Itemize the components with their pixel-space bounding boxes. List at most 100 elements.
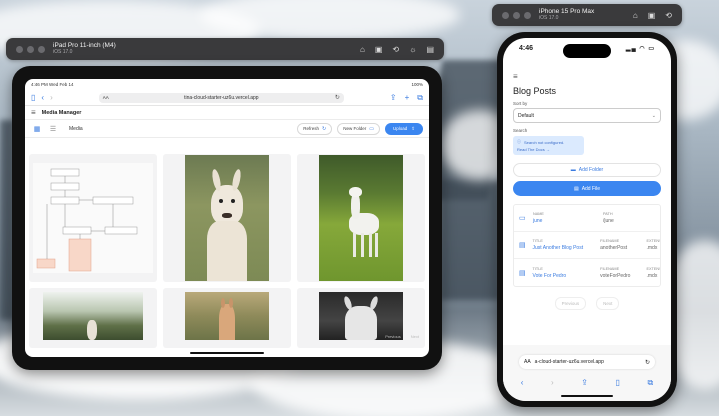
status-battery: 100% (411, 82, 423, 87)
grid-view-icon[interactable]: ▦ (31, 125, 43, 133)
upload-button[interactable]: Upload ⇪ (384, 122, 423, 135)
iphone-sim-os: iOS 17.0 (539, 14, 559, 21)
save-icon[interactable]: ▤ (426, 45, 434, 54)
signal-wifi-battery-icon: ▂▄ ◠ ▭ (625, 45, 655, 52)
breadcrumb[interactable]: Media (69, 126, 83, 132)
row-extension: .mdx (646, 245, 658, 251)
row-filename: anotherPost (600, 245, 628, 251)
search-alert: ⓘ Search not configured. Read The Docs → (513, 136, 584, 155)
rotate-icon[interactable]: ⟲ (392, 45, 399, 54)
column-header: EXTENSION (646, 266, 660, 271)
media-tile-alpaca-field[interactable] (297, 154, 425, 282)
home-icon[interactable]: ⌂ (360, 45, 365, 54)
tabs-icon[interactable]: ⧉ (417, 93, 423, 103)
add-file-button[interactable]: ▤ Add File (513, 181, 661, 196)
dynamic-island (563, 44, 611, 58)
media-grid (29, 154, 425, 348)
row-title[interactable]: Vote For Pedro (533, 273, 601, 279)
home-icon[interactable]: ⌂ (633, 11, 638, 20)
row-name[interactable]: june (533, 218, 603, 224)
screenshot-icon[interactable]: ▣ (648, 11, 656, 20)
reload-icon[interactable]: ↻ (335, 94, 340, 101)
media-tile-diagram[interactable] (29, 154, 157, 282)
folder-icon: ▭ (519, 215, 526, 222)
row-title[interactable]: Just Another Blog Post (533, 245, 601, 251)
hamburger-menu-icon[interactable]: ≡ (513, 72, 661, 81)
forward-icon[interactable]: › (551, 378, 554, 388)
sort-value: Default (518, 112, 534, 119)
tabs-icon[interactable]: ⧉ (647, 378, 653, 388)
search-label: Search (513, 128, 528, 133)
page-title: Media Manager (41, 109, 82, 116)
refresh-label: Refresh (303, 126, 319, 131)
upload-icon: ⇪ (411, 125, 415, 131)
share-icon[interactable]: ⇪ (390, 93, 397, 103)
add-folder-button[interactable]: ▬ Add Folder (513, 163, 661, 177)
address-bar[interactable]: AA a-cloud-starter-uz6u.vercel.app ↻ (519, 355, 655, 369)
alert-text: Search not configured. (524, 139, 565, 145)
back-icon[interactable]: ‹ (41, 93, 44, 102)
status-date: Wed Feb 14 (49, 82, 74, 87)
column-header: FILENAME (600, 239, 620, 243)
docs-link[interactable]: Read The Docs → (517, 147, 580, 152)
llama-bw-photo (319, 292, 403, 340)
reader-aa-button[interactable]: AA (103, 95, 109, 100)
forward-icon[interactable]: › (50, 93, 53, 102)
appearance-icon[interactable]: ☼ (409, 45, 416, 54)
screenshot-icon[interactable]: ▣ (375, 45, 383, 54)
reload-icon[interactable]: ↻ (645, 359, 650, 366)
previous-page-button[interactable]: Previous (554, 297, 587, 310)
new-folder-button[interactable]: New Folder ▭ (337, 122, 380, 135)
iphone-device: 4:46 ▂▄ ◠ ▭ ≡ Blog Posts Sort by Default… (497, 32, 677, 407)
ipad-simulator-titlebar[interactable]: iPad Pro 11-inch (M4) iOS 17.0 ⌂ ▣ ⟲ ☼ ▤ (6, 38, 444, 60)
media-toolbar: ▦ ☰ Media Refresh ↻ New Folder ▭ Upload … (25, 120, 429, 138)
page-title: Blog Posts (513, 86, 557, 96)
back-icon[interactable]: ‹ (521, 378, 524, 388)
column-header: NAME (533, 212, 544, 216)
bookmarks-icon[interactable]: ▯ (616, 378, 620, 388)
address-bar[interactable]: AA tina-cloud-starter-uz6u.vercel.app ↻ (98, 92, 344, 103)
table-row[interactable]: ▭ NAME june PATH /june (514, 205, 660, 232)
llama-photo (185, 155, 269, 281)
column-header: PATH (603, 212, 613, 216)
table-row[interactable]: ▤ TITLE Just Another Blog Post FILENAME … (514, 232, 660, 259)
rotate-icon[interactable]: ⟲ (665, 11, 672, 20)
folder-icon: ▭ (369, 125, 374, 132)
media-tile-llama-hill[interactable] (29, 288, 157, 348)
add-file-label: Add File (581, 185, 601, 192)
row-extension: .mdx (646, 272, 658, 279)
home-indicator[interactable] (190, 352, 264, 354)
next-page-button[interactable]: Next (411, 334, 419, 339)
media-tile-alpaca-brown[interactable] (163, 288, 291, 348)
llama-hill-photo (43, 292, 143, 340)
window-controls[interactable] (16, 45, 45, 53)
refresh-icon: ↻ (322, 125, 327, 132)
refresh-button[interactable]: Refresh ↻ (297, 122, 333, 135)
sort-select[interactable]: Default ⌄ (513, 108, 661, 123)
file-add-icon: ▤ (573, 185, 579, 192)
documents-table: ▭ NAME june PATH /june ▤ TITLE Just Anot… (513, 204, 661, 287)
home-indicator[interactable] (561, 395, 613, 397)
media-tile-llama-bw[interactable] (297, 288, 425, 348)
share-icon[interactable]: ⇪ (581, 378, 588, 388)
column-header: FILENAME (600, 266, 620, 271)
window-controls[interactable] (502, 11, 531, 19)
safari-bottom-bar: AA a-cloud-starter-uz6u.vercel.app ↻ ‹ ›… (503, 345, 671, 401)
iphone-simulator-titlebar[interactable]: iPhone 15 Pro Max iOS 17.0 ⌂ ▣ ⟲ (492, 4, 682, 26)
list-view-icon[interactable]: ☰ (47, 125, 59, 133)
file-icon: ▤ (519, 242, 526, 249)
next-page-button[interactable]: Next (596, 297, 620, 310)
previous-page-button[interactable]: Previous (385, 334, 401, 339)
sort-label: Sort by (513, 101, 528, 106)
hamburger-menu-icon[interactable]: ≡ (31, 108, 36, 117)
new-tab-icon[interactable]: + (405, 93, 410, 103)
row-path: /june (603, 218, 614, 224)
sidebar-icon[interactable]: ▯ (31, 93, 35, 102)
ipad-status-bar: 4:46 PM Wed Feb 14 100% (25, 79, 429, 90)
add-folder-label: Add Folder (578, 167, 604, 173)
media-tile-llama-closeup[interactable] (163, 154, 291, 282)
chevron-down-icon: ⌄ (651, 112, 656, 119)
reader-aa-button[interactable]: AA (524, 359, 531, 365)
table-row[interactable]: ▤ TITLE Vote For Pedro FILENAME voteForP… (514, 259, 660, 286)
safari-nav: ‹ › ⇪ ▯ ⧉ (503, 378, 671, 388)
